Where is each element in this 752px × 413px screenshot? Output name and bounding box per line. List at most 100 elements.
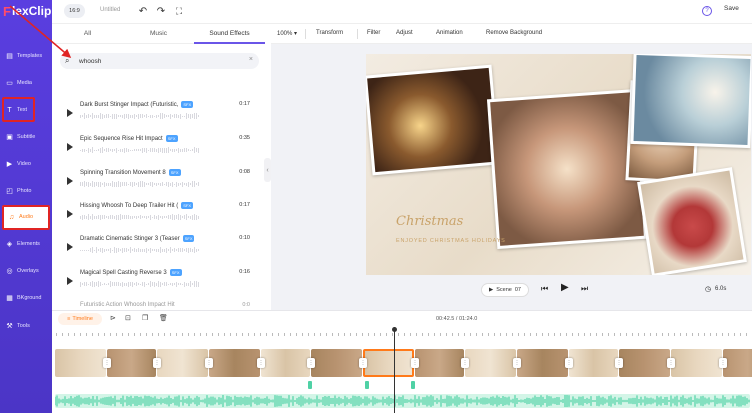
list-item[interactable]: Dark Burst Stinger Impact (Futuristic, SF… — [52, 96, 262, 129]
video-clip[interactable] — [671, 349, 722, 377]
sidebar-item-media[interactable]: ▭ Media — [0, 72, 52, 94]
transition-icon[interactable]: ⋮ — [719, 358, 727, 368]
transition-icon[interactable]: ⋮ — [205, 358, 213, 368]
list-item[interactable]: Futuristic Action Whoosh Impact Hit 0:0 — [52, 298, 262, 310]
sidebar-item-subtitle[interactable]: ▣ Subtitle — [0, 126, 52, 148]
adjust-button[interactable]: Adjust — [396, 30, 413, 36]
video-clip[interactable] — [311, 349, 362, 377]
transition-icon[interactable]: ⋮ — [461, 358, 469, 368]
audio-waveform — [55, 395, 750, 407]
play-icon[interactable] — [67, 177, 73, 185]
list-item[interactable]: Dramatic Cinematic Stinger 3 (Teaser SFX … — [52, 230, 262, 263]
transform-button[interactable]: Transform — [316, 30, 343, 36]
redo-icon[interactable]: ↷ — [155, 5, 167, 17]
stage-subtitle: ENJOYED CHRISTMAS HOLIDAYS — [396, 238, 506, 244]
play-icon[interactable] — [67, 143, 73, 151]
play-icon[interactable] — [67, 109, 73, 117]
project-title[interactable]: Untitled — [100, 7, 120, 13]
transition-icon[interactable]: ⋮ — [103, 358, 111, 368]
video-clip[interactable] — [465, 349, 516, 377]
video-clip[interactable] — [569, 349, 618, 377]
playhead[interactable] — [392, 327, 397, 413]
sidebar-item-background[interactable]: ▦ BKground — [0, 287, 52, 309]
sidebar-item-elements[interactable]: ◈ Elements — [0, 233, 52, 255]
sfx-badge: SFX — [182, 235, 195, 242]
list-item[interactable]: Hissing Whoosh To Deep Trailer Hit (SFX … — [52, 197, 262, 230]
collapse-panel-handle[interactable]: ‹ — [264, 158, 271, 182]
tab-all[interactable]: All — [52, 24, 123, 44]
scene-duration[interactable]: 6.0s — [715, 286, 726, 292]
list-item[interactable]: Magical Spell Casting Reverse 3 SFX 0:16 — [52, 264, 262, 297]
video-clip[interactable] — [517, 349, 568, 377]
fullscreen-icon[interactable]: ⛶ — [173, 5, 185, 17]
transition-icon[interactable]: ⋮ — [153, 358, 161, 368]
tab-sound-effects[interactable]: Sound Effects — [194, 24, 265, 44]
transition-icon[interactable]: ⋮ — [565, 358, 573, 368]
video-clip[interactable] — [107, 349, 156, 377]
sidebar-item-tools[interactable]: ⚒ Tools — [0, 315, 52, 337]
video-clip[interactable] — [261, 349, 310, 377]
list-item[interactable]: Spinning Transition Movement 8 SFX 0:08 — [52, 164, 262, 197]
sidebar-item-templates[interactable]: ▤ Templates — [0, 45, 52, 67]
video-clip[interactable] — [55, 349, 106, 377]
sound-effect-clip[interactable] — [365, 381, 369, 389]
crop-icon[interactable]: ⊡ — [125, 314, 131, 322]
video-clip[interactable] — [415, 349, 464, 377]
filter-button[interactable]: Filter — [367, 30, 380, 36]
previous-icon[interactable]: ⏮ — [541, 284, 548, 294]
video-clip[interactable] — [209, 349, 260, 377]
sound-effect-clip[interactable] — [411, 381, 415, 389]
sfx-badge: SFX — [165, 135, 178, 142]
sound-duration: 0:17 — [239, 101, 250, 107]
save-button[interactable]: Save — [724, 5, 739, 12]
waveform — [80, 281, 230, 288]
video-clip[interactable] — [363, 349, 414, 377]
scene-label: Scene — [496, 287, 512, 293]
clear-search-icon[interactable]: × — [249, 56, 253, 63]
tab-music[interactable]: Music — [123, 24, 194, 44]
transition-icon[interactable]: ⋮ — [513, 358, 521, 368]
flexclip-editor: F lexClip ▤ Templates ▭ Media T Text ▣ S… — [0, 0, 752, 413]
zoom-select[interactable]: 100% ▾ — [277, 30, 297, 37]
scene-selector[interactable]: ▶ Scene 07 — [481, 283, 529, 297]
timeline-button[interactable]: ≡ Timeline — [58, 313, 102, 325]
help-icon[interactable]: ? — [702, 6, 712, 16]
transition-icon[interactable]: ⋮ — [411, 358, 419, 368]
list-item[interactable]: Epic Sequence Rise Hit Impact SFX 0:35 — [52, 130, 262, 163]
next-icon[interactable]: ⏭ — [581, 284, 588, 294]
play-icon[interactable] — [67, 277, 73, 285]
timeline-ruler[interactable] — [52, 330, 752, 338]
sound-effect-clip[interactable] — [308, 381, 312, 389]
templates-icon: ▤ — [6, 53, 13, 60]
duplicate-icon[interactable]: ❐ — [142, 314, 148, 322]
photo-ornaments — [630, 54, 751, 149]
video-clip[interactable] — [619, 349, 670, 377]
search-input[interactable] — [79, 56, 239, 66]
sidebar: F lexClip ▤ Templates ▭ Media T Text ▣ S… — [0, 0, 52, 413]
aspect-ratio-button[interactable]: 16:9 — [64, 4, 85, 18]
remove-background-button[interactable]: Remove Background — [486, 30, 542, 36]
sidebar-item-photo[interactable]: ◰ Photo — [0, 180, 52, 202]
search-icon: ⌕ — [65, 56, 70, 65]
transition-icon[interactable]: ⋮ — [615, 358, 623, 368]
delete-icon[interactable]: 🗑 — [159, 314, 168, 322]
animation-button[interactable]: Animation — [436, 30, 463, 36]
sidebar-item-video[interactable]: ▶ Video — [0, 153, 52, 175]
transition-icon[interactable]: ⋮ — [257, 358, 265, 368]
transition-icon[interactable]: ⋮ — [307, 358, 315, 368]
undo-icon[interactable]: ↶ — [137, 5, 149, 17]
split-icon[interactable]: ⊳ — [110, 314, 116, 322]
play-icon[interactable]: ▶ — [561, 282, 569, 293]
video-preview[interactable]: Christmas ENJOYED CHRISTMAS HOLIDAYS — [366, 54, 751, 275]
play-icon[interactable] — [67, 243, 73, 251]
play-icon[interactable] — [67, 210, 73, 218]
transition-icon[interactable]: ⋮ — [667, 358, 675, 368]
flexclip-logo[interactable]: F lexClip — [3, 3, 51, 19]
sidebar-item-label: Tools — [17, 323, 30, 329]
video-clip[interactable] — [157, 349, 208, 377]
video-clip[interactable] — [723, 349, 752, 377]
sidebar-item-overlays[interactable]: ◎ Overlays — [0, 260, 52, 282]
sound-name: Spinning Transition Movement 8 SFX — [80, 169, 181, 177]
transition-icon[interactable]: ⋮ — [359, 358, 367, 368]
audio-track[interactable] — [55, 394, 750, 408]
